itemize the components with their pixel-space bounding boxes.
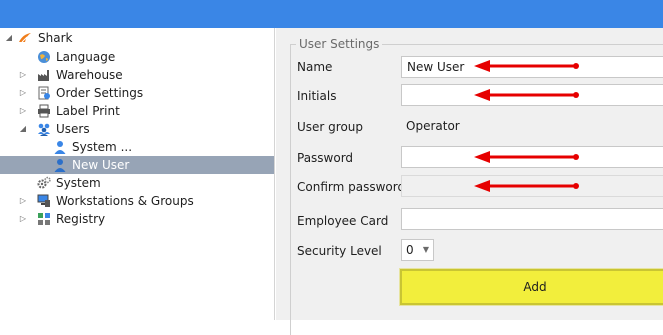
tree-item-warehouse[interactable]: ▷ Warehouse [0,66,274,84]
collapse-icon[interactable]: ◢ [4,29,14,47]
user-settings-panel: User Settings Name New User Initials Use… [276,28,663,335]
tree-label-new-user: New User [72,158,130,172]
security-level-value: 0 [406,243,414,257]
password-label: Password [297,151,354,165]
name-label: Name [297,60,333,74]
order-settings-icon [38,86,50,100]
security-level-label: Security Level [297,244,382,258]
globe-icon [38,51,50,63]
employee-card-field[interactable] [401,208,663,230]
collapse-icon[interactable]: ◢ [18,120,28,138]
employee-card-label: Employee Card [297,214,389,228]
initials-label: Initials [297,89,337,103]
annotation-arrow-icon [474,180,579,192]
tree-label-system: System [56,176,101,190]
expand-icon[interactable]: ▷ [18,192,28,210]
tree-label-order-settings: Order Settings [56,86,144,100]
add-button[interactable]: Add [400,269,663,305]
tree-label-label-print: Label Print [56,104,120,118]
security-level-select[interactable]: 0 ▼ [401,239,434,261]
user-group-value: Operator [406,119,460,133]
annotation-arrow-icon [474,151,579,163]
annotation-arrow-icon [474,89,579,101]
registry-icon [38,213,50,225]
group-legend: User Settings [296,37,383,51]
factory-icon [38,70,49,81]
user-icon [54,159,66,172]
tree-label-users: Users [56,122,90,136]
user-group-label: User group [297,120,364,134]
tree-label-shark: Shark [38,31,73,45]
tree-item-shark[interactable]: ◢ Shark [0,29,274,47]
tree-label-warehouse: Warehouse [56,68,123,82]
tree-label-language: Language [56,50,116,64]
settings-tree: ◢ Shark Language ▷ Warehouse ▷ Order Set… [0,28,275,320]
users-icon [38,123,50,136]
workstation-icon [37,194,50,207]
expand-icon[interactable]: ▷ [18,210,28,228]
tree-label-workstations-groups: Workstations & Groups [56,194,194,208]
tree-item-new-user[interactable]: New User [0,156,274,174]
tree-item-label-print[interactable]: ▷ Label Print [0,102,274,120]
gears-icon [37,176,51,189]
user-icon [54,141,66,154]
tree-item-language[interactable]: Language [0,48,274,66]
tree-label-system-user: System ... [72,140,133,154]
tree-item-system-user[interactable]: System ... [0,138,274,156]
tree-label-registry: Registry [56,212,106,226]
tree-item-registry[interactable]: ▷ Registry [0,210,274,228]
expand-icon[interactable]: ▷ [18,102,28,120]
shark-logo-icon [19,33,31,43]
annotation-arrow-icon [474,60,579,72]
tree-item-workstations-groups[interactable]: ▷ Workstations & Groups [0,192,274,210]
tree-item-order-settings[interactable]: ▷ Order Settings [0,84,274,102]
title-bar [0,0,663,28]
confirm-password-label: Confirm password [297,180,406,194]
tree-item-system[interactable]: System [0,174,274,192]
chevron-down-icon: ▼ [422,245,429,254]
expand-icon[interactable]: ▷ [18,66,28,84]
printer-icon [38,104,50,118]
tree-item-users[interactable]: ◢ Users [0,120,274,138]
expand-icon[interactable]: ▷ [18,84,28,102]
